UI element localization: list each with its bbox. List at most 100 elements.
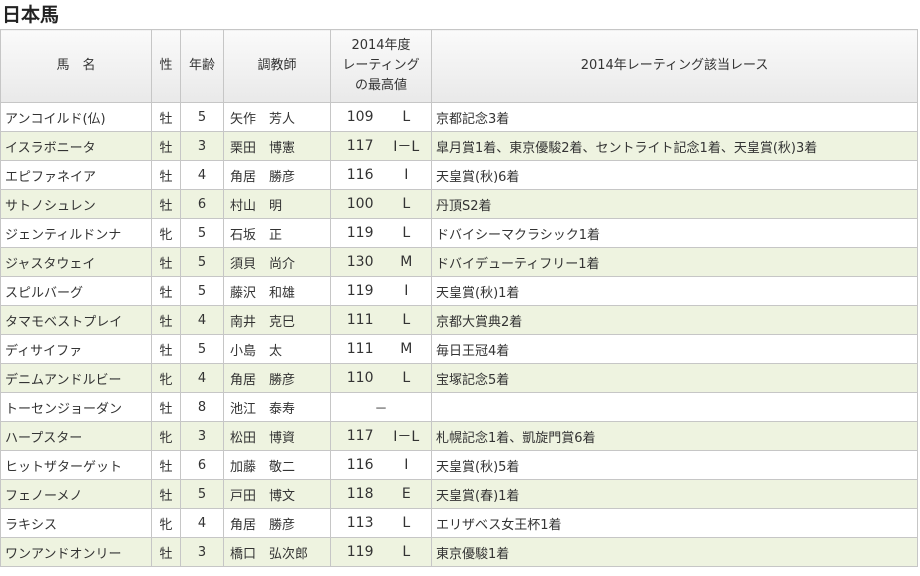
header-age: 年齢 [180, 29, 224, 103]
horse-name-cell: ワンアンドオンリー [0, 537, 152, 567]
race-cell [431, 392, 919, 422]
rating-class-cell: L [381, 102, 433, 132]
race-cell: 丹頂S2着 [431, 189, 919, 219]
table-row: エピファネイア牡 4 角居 勝彦 116 I 天皇賞(秋)6着 [0, 160, 919, 190]
race-cell: 天皇賞(秋)5着 [431, 450, 919, 480]
age-cell: 4 [180, 305, 224, 335]
horse-name-cell: タマモベストプレイ [0, 305, 152, 335]
table-row: ワンアンドオンリー牡 3 橋口 弘次郎 119 L 東京優駿1着 [0, 537, 919, 567]
rating-value-cell: 119 [330, 218, 382, 248]
rating-value-cell: 117 [330, 131, 382, 161]
trainer-cell: 角居 勝彦 [223, 508, 331, 538]
race-cell: 毎日王冠4着 [431, 334, 919, 364]
trainer-cell: 池江 泰寿 [223, 392, 331, 422]
table-row: アンコイルド(仏) 牡 5 矢作 芳人 109 L 京都記念3着 [0, 102, 919, 132]
rating-class-cell: I [381, 450, 433, 480]
trainer-cell: 村山 明 [223, 189, 331, 219]
rating-value-cell: 117 [330, 421, 382, 451]
rating-class-cell: L [381, 508, 433, 538]
table-row: ディサイファ牡 5 小島 太 111 M 毎日王冠4着 [0, 334, 919, 364]
sex-cell: 牡 [151, 450, 181, 480]
race-cell: 京都大賞典2着 [431, 305, 919, 335]
race-cell: 天皇賞(春)1着 [431, 479, 919, 509]
header-sex: 性 [151, 29, 181, 103]
trainer-cell: 石坂 正 [223, 218, 331, 248]
trainer-cell: 藤沢 和雄 [223, 276, 331, 306]
sex-cell: 牝 [151, 421, 181, 451]
horse-name-cell: デニムアンドルビー [0, 363, 152, 393]
horse-name-cell: ラキシス [0, 508, 152, 538]
horse-name-cell: トーセンジョーダン [0, 392, 152, 422]
rating-value-cell: 118 [330, 479, 382, 509]
sex-cell: 牡 [151, 160, 181, 190]
table-row: ジェンティルドンナ牝 5 石坂 正 119 L ドバイシーマクラシック1着 [0, 218, 919, 248]
rating-value-cell: 110 [330, 363, 382, 393]
age-cell: 5 [180, 218, 224, 248]
header-race: 2014年レーティング該当レース [431, 29, 919, 103]
age-cell: 4 [180, 363, 224, 393]
table-header-row: 馬 名 性 年齢 調教師 2014年度 レーティング の最高値 2014年レーテ… [0, 29, 919, 103]
horse-name-cell: アンコイルド(仏) [0, 102, 152, 132]
table-row: ハープスター牝 3 松田 博資 117 I－L 札幌記念1着、凱旋門賞6着 [0, 421, 919, 451]
race-cell: ドバイデューティフリー1着 [431, 247, 919, 277]
age-cell: 3 [180, 537, 224, 567]
age-cell: 5 [180, 334, 224, 364]
horse-name-cell: ディサイファ [0, 334, 152, 364]
sex-cell: 牡 [151, 334, 181, 364]
rating-class-cell: I－L [381, 421, 433, 451]
horse-name-cell: フェノーメノ [0, 479, 152, 509]
sex-cell: 牡 [151, 276, 181, 306]
header-rating-line3: の最高値 [355, 78, 408, 93]
table-row: トーセンジョーダン牡 8 池江 泰寿－ [0, 392, 919, 422]
rating-class-cell: L [381, 305, 433, 335]
table-row: スピルバーグ牡 5 藤沢 和雄 119 I 天皇賞(秋)1着 [0, 276, 919, 306]
horse-name-cell: ジャスタウェイ [0, 247, 152, 277]
rating-value-cell: 130 [330, 247, 382, 277]
sex-cell: 牝 [151, 508, 181, 538]
rating-value-cell: 116 [330, 160, 382, 190]
age-cell: 6 [180, 189, 224, 219]
age-cell: 4 [180, 160, 224, 190]
sex-cell: 牡 [151, 537, 181, 567]
horse-name-cell: スピルバーグ [0, 276, 152, 306]
horse-name-cell: サトノシュレン [0, 189, 152, 219]
table-row: イスラボニータ牡 3 栗田 博憲 117 I－L 皐月賞1着、東京優駿2着、セントライト記… [0, 131, 919, 161]
rating-class-cell: L [381, 218, 433, 248]
rating-value-cell: 119 [330, 537, 382, 567]
rating-class-cell: I－L [381, 131, 433, 161]
sex-cell: 牝 [151, 363, 181, 393]
header-rating-line2: レーティング [342, 58, 420, 73]
age-cell: 5 [180, 276, 224, 306]
sex-cell: 牡 [151, 247, 181, 277]
sex-cell: 牡 [151, 189, 181, 219]
trainer-cell: 栗田 博憲 [223, 131, 331, 161]
trainer-cell: 松田 博資 [223, 421, 331, 451]
age-cell: 5 [180, 479, 224, 509]
race-cell: 天皇賞(秋)1着 [431, 276, 919, 306]
trainer-cell: 角居 勝彦 [223, 363, 331, 393]
trainer-cell: 橋口 弘次郎 [223, 537, 331, 567]
trainer-cell: 加藤 敬二 [223, 450, 331, 480]
horse-name-cell: ハープスター [0, 421, 152, 451]
trainer-cell: 戸田 博文 [223, 479, 331, 509]
rating-value-cell: 100 [330, 189, 382, 219]
rating-class-cell: L [381, 363, 433, 393]
rating-value-cell: 111 [330, 305, 382, 335]
age-cell: 3 [180, 421, 224, 451]
race-cell: 札幌記念1着、凱旋門賞6着 [431, 421, 919, 451]
age-cell: 3 [180, 131, 224, 161]
table-row: ヒットザターゲット牡 6 加藤 敬二 116 I 天皇賞(秋)5着 [0, 450, 919, 480]
rating-value-cell: 119 [330, 276, 382, 306]
trainer-cell: 南井 克巳 [223, 305, 331, 335]
race-cell: 東京優駿1着 [431, 537, 919, 567]
race-cell: エリザベス女王杯1着 [431, 508, 919, 538]
rating-value-cell: 116 [330, 450, 382, 480]
sex-cell: 牡 [151, 102, 181, 132]
rating-value-cell: 113 [330, 508, 382, 538]
race-cell: 皐月賞1着、東京優駿2着、セントライト記念1着、天皇賞(秋)3着 [431, 131, 919, 161]
age-cell: 4 [180, 508, 224, 538]
rating-class-cell: M [381, 334, 433, 364]
rating-class-cell: I [381, 276, 433, 306]
rating-cell: － [329, 392, 433, 422]
rating-class-cell: I [381, 160, 433, 190]
